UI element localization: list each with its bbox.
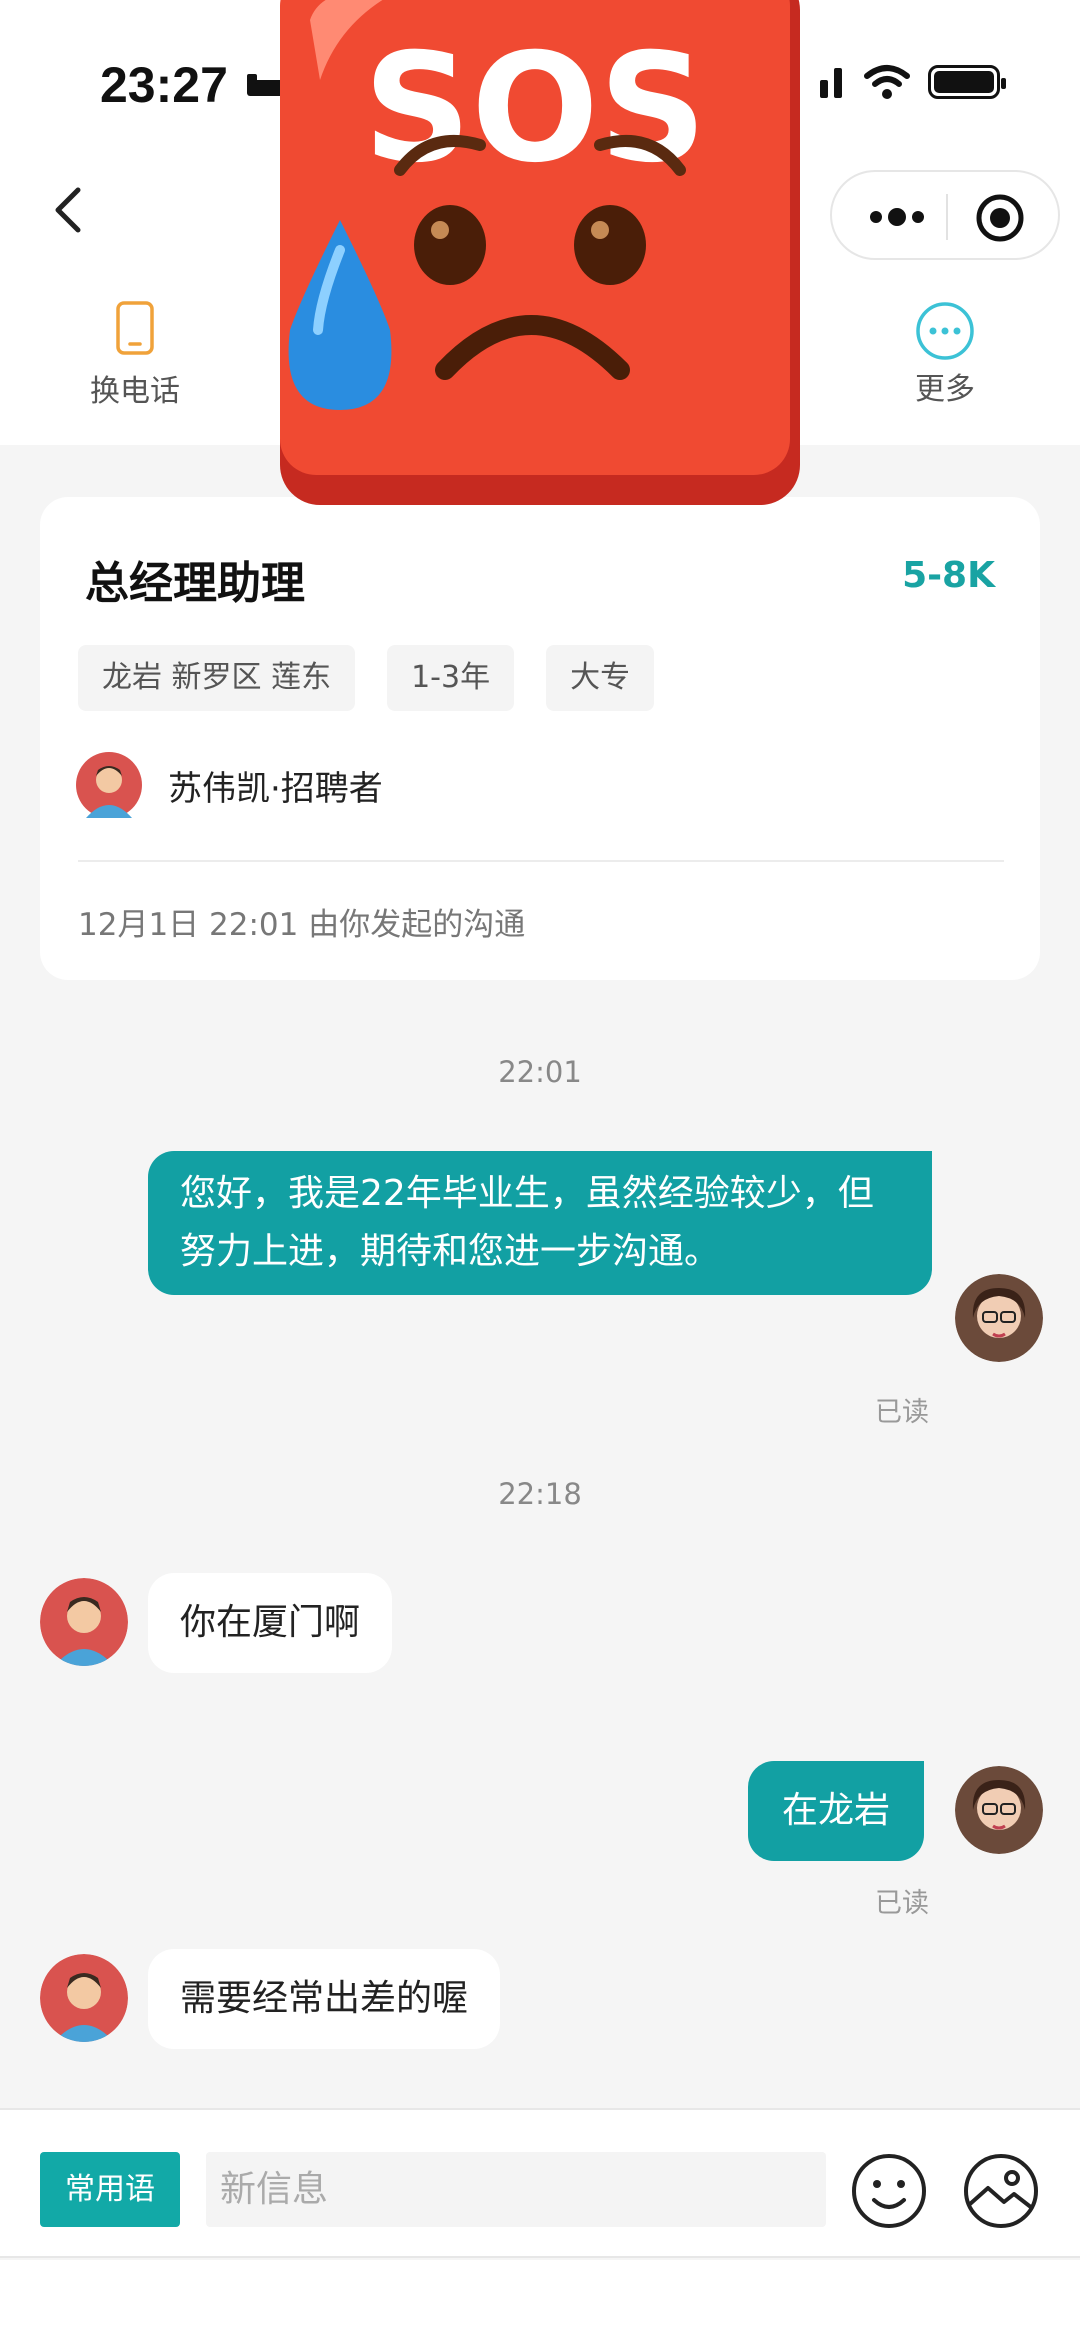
image-icon[interactable] <box>962 2152 1040 2230</box>
recruiter-avatar <box>76 752 142 818</box>
message-bubble-outgoing[interactable]: 在龙岩 <box>748 1761 925 1861</box>
bottom-safe-area <box>0 2260 1080 2348</box>
message-timestamp: 22:18 <box>498 1477 582 1511</box>
common-phrases-button[interactable]: 常用语 <box>40 2152 180 2227</box>
capsule-divider <box>946 194 948 240</box>
more-label: 更多 <box>915 372 975 407</box>
signal-icon <box>820 68 842 98</box>
message-bubble-incoming[interactable]: 需要经常出差的喔 <box>148 1949 501 2049</box>
phone-icon <box>116 301 154 355</box>
status-time: 23:27 <box>100 57 228 113</box>
message-input-bar: 常用语 <box>0 2108 1080 2258</box>
job-tag-education: 大专 <box>546 645 655 711</box>
recruiter-info[interactable]: 苏伟凯·招聘者 <box>76 752 383 818</box>
more-circle-icon <box>916 302 974 360</box>
emoji-icon[interactable] <box>850 2152 928 2230</box>
recruiter-name: 苏伟凯·招聘者 <box>168 768 383 809</box>
more-dots-icon[interactable] <box>862 200 932 234</box>
wifi-icon <box>864 65 910 99</box>
switch-phone-button[interactable]: 换电话 <box>60 300 210 410</box>
more-button[interactable]: 更多 <box>870 300 1020 408</box>
battery-icon <box>928 65 1006 99</box>
message-input[interactable] <box>206 2152 826 2227</box>
close-target-icon[interactable] <box>972 190 1028 246</box>
conversation-meta: 12月1日 22:01 由你发起的沟通 <box>78 907 526 943</box>
sleep-mode-icon <box>247 74 283 96</box>
card-divider <box>78 860 1004 862</box>
job-title: 总经理助理 <box>85 558 305 609</box>
message-bubble-incoming[interactable]: 你在厦门啊 <box>148 1573 393 1673</box>
my-avatar[interactable] <box>955 1766 1043 1854</box>
job-tags: 龙岩 新罗区 莲东 1-3年 大专 <box>78 645 655 711</box>
switch-phone-label: 换电话 <box>90 374 180 409</box>
sos-text: SOS <box>363 22 707 196</box>
job-salary: 5-8K <box>902 555 995 596</box>
status-indicators <box>818 64 1006 100</box>
job-tag-experience: 1-3年 <box>387 645 515 711</box>
read-status: 已读 <box>875 1888 929 1919</box>
back-arrow-icon[interactable] <box>40 180 100 240</box>
sos-sad-sticker: SOS <box>280 0 800 505</box>
read-status: 已读 <box>875 1397 929 1428</box>
message-timestamp: 22:01 <box>498 1055 582 1089</box>
job-card[interactable]: 总经理助理 5-8K 龙岩 新罗区 莲东 1-3年 大专 苏伟凯·招聘者 12月… <box>40 497 1040 980</box>
recruiter-chat-avatar[interactable] <box>40 1578 128 1666</box>
my-avatar[interactable] <box>955 1274 1043 1362</box>
mini-program-capsule <box>830 170 1060 260</box>
recruiter-chat-avatar[interactable] <box>40 1954 128 2042</box>
job-tag-location: 龙岩 新罗区 莲东 <box>78 645 356 711</box>
message-bubble-outgoing[interactable]: 您好，我是22年毕业生，虽然经验较少，但努力上进，期待和您进一步沟通。 <box>148 1151 932 1295</box>
